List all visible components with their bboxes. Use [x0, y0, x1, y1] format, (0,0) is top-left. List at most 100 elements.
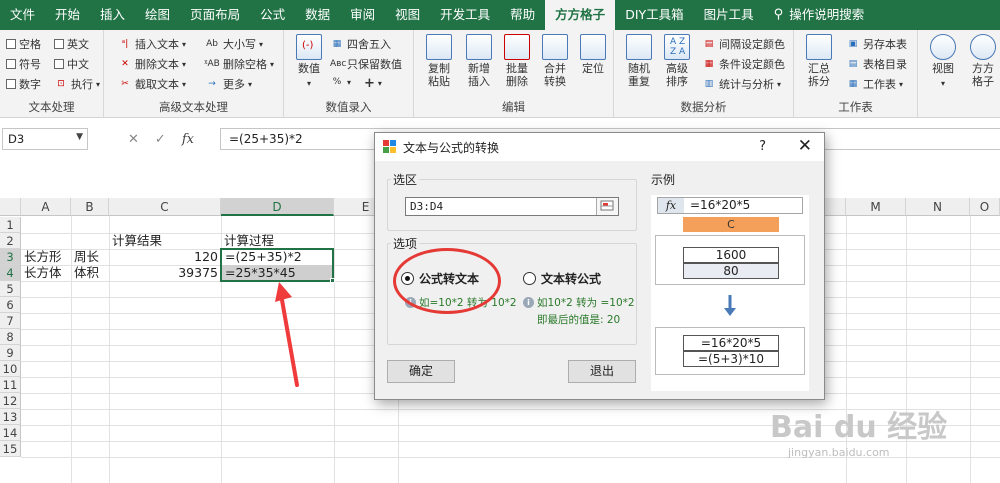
- random-repeat-button[interactable]: 随机重复: [620, 34, 658, 89]
- cell-a4[interactable]: 长方体: [21, 265, 71, 281]
- case-label: 大小写: [223, 38, 256, 51]
- fangfang-button[interactable]: 方方格子: [966, 34, 1000, 89]
- row-header-5[interactable]: 5: [0, 281, 21, 297]
- value-icon: (-): [296, 34, 322, 60]
- col-header-n[interactable]: N: [906, 198, 970, 216]
- cell-c3[interactable]: 120: [109, 249, 221, 265]
- name-box[interactable]: D3 ▼: [2, 128, 88, 150]
- checkbox-english[interactable]: 英文: [54, 36, 89, 52]
- advanced-sort-button[interactable]: A ZZ A 高级排序: [658, 34, 696, 89]
- batch-delete-button[interactable]: 批量删除: [498, 34, 536, 89]
- col-header-o[interactable]: O: [970, 198, 1000, 216]
- tab-developer[interactable]: 开发工具: [430, 0, 500, 30]
- keep-values-label: 只保留数值: [347, 58, 402, 71]
- row-header-9[interactable]: 9: [0, 345, 21, 361]
- delete-text-button[interactable]: ✕ 删除文本 ▾: [118, 56, 186, 72]
- summary-split-button[interactable]: 汇总拆分: [800, 34, 838, 89]
- round-button[interactable]: ▦ 四舍五入: [330, 36, 391, 52]
- tab-file[interactable]: 文件: [0, 0, 45, 30]
- statistics-button[interactable]: ▥ 统计与分析 ▾: [702, 76, 781, 92]
- add-insert-button[interactable]: 新增插入: [460, 34, 498, 89]
- tab-diy-toolbox[interactable]: DIY工具箱: [615, 0, 693, 30]
- format-button[interactable]: % ▾: [330, 76, 351, 88]
- tab-page-layout[interactable]: 页面布局: [180, 0, 250, 30]
- extract-text-button[interactable]: ✂ 截取文本 ▾: [118, 76, 186, 92]
- tab-formulas[interactable]: 公式: [250, 0, 295, 30]
- row-header-4[interactable]: 4: [0, 265, 21, 281]
- round-icon: ▦: [332, 39, 342, 49]
- insert-text-button[interactable]: ᵃ| 插入文本 ▾: [118, 36, 186, 52]
- col-header-m[interactable]: M: [846, 198, 906, 216]
- save-sheet-button[interactable]: ▣ 另存本表: [846, 36, 907, 52]
- tab-review[interactable]: 审阅: [340, 0, 385, 30]
- cell-c4[interactable]: 39375: [109, 265, 221, 281]
- col-header-d[interactable]: D: [221, 198, 334, 216]
- conditional-color-button[interactable]: ▦ 条件设定颜色: [702, 56, 785, 72]
- tab-help[interactable]: 帮助: [500, 0, 545, 30]
- col-header-b[interactable]: B: [71, 198, 109, 216]
- case-button[interactable]: Ab 大小写 ▾: [204, 36, 263, 52]
- delete-space-button[interactable]: ᵡAB 删除空格 ▾: [204, 56, 274, 72]
- tab-picture-tools[interactable]: 图片工具: [694, 0, 764, 30]
- col-header-a[interactable]: A: [21, 198, 71, 216]
- fill-handle[interactable]: [330, 278, 335, 283]
- radio-text-to-formula[interactable]: 文本转公式: [523, 270, 601, 287]
- row-header-13[interactable]: 13: [0, 409, 21, 425]
- ok-button[interactable]: 确定: [387, 360, 455, 383]
- interval-color-button[interactable]: ▤ 间隔设定颜色: [702, 36, 785, 52]
- cell-b4[interactable]: 体积: [71, 265, 109, 281]
- row-header-11[interactable]: 11: [0, 377, 21, 393]
- locate-button[interactable]: 定位: [574, 34, 612, 76]
- row-header-8[interactable]: 8: [0, 329, 21, 345]
- row-header-7[interactable]: 7: [0, 313, 21, 329]
- tab-data[interactable]: 数据: [295, 0, 340, 30]
- sheet-index-button[interactable]: ▤ 表格目录: [846, 56, 907, 72]
- row-header-2[interactable]: 2: [0, 233, 21, 249]
- row-header-14[interactable]: 14: [0, 425, 21, 441]
- plus-button[interactable]: + ▾: [364, 76, 382, 91]
- copy-paste-button[interactable]: 复制粘贴: [420, 34, 458, 89]
- row-header-6[interactable]: 6: [0, 297, 21, 313]
- checkbox-chinese[interactable]: 中文: [54, 56, 89, 72]
- value-button[interactable]: (-) 数值 ▾: [290, 34, 328, 91]
- worksheet-button[interactable]: ▦ 工作表 ▾: [846, 76, 903, 92]
- tab-insert[interactable]: 插入: [90, 0, 135, 30]
- exit-button[interactable]: 退出: [568, 360, 636, 383]
- checkbox-symbol[interactable]: 符号: [6, 56, 41, 72]
- row-header-15[interactable]: 15: [0, 441, 21, 457]
- cell-d2[interactable]: 计算过程: [221, 233, 334, 249]
- sheet-index-label: 表格目录: [863, 58, 907, 71]
- confirm-icon[interactable]: ✓: [155, 132, 166, 147]
- cell-c2[interactable]: 计算结果: [109, 233, 221, 249]
- checkbox-number[interactable]: 数字: [6, 76, 41, 92]
- row-header-3[interactable]: 3: [0, 249, 21, 265]
- tab-fangfang[interactable]: 方方格子: [545, 0, 616, 30]
- tab-view[interactable]: 视图: [385, 0, 430, 30]
- cell-a3[interactable]: 长方形: [21, 249, 71, 265]
- row-header-10[interactable]: 10: [0, 361, 21, 377]
- selection-input[interactable]: D3:D4: [405, 197, 619, 216]
- search-box[interactable]: ⚲ 操作说明搜索: [764, 0, 875, 30]
- fx-icon[interactable]: fx: [182, 132, 194, 147]
- merge-convert-button[interactable]: 合并转换: [536, 34, 574, 89]
- group-worksheet: 汇总拆分 ▣ 另存本表 ▤ 表格目录 ▦ 工作表 ▾ 工作表: [794, 30, 918, 118]
- round-label: 四舍五入: [347, 38, 391, 51]
- select-all-corner[interactable]: [0, 198, 21, 216]
- tab-home[interactable]: 开始: [45, 0, 90, 30]
- extract-text-label: 截取文本: [135, 78, 179, 91]
- cell-b3[interactable]: 周长: [71, 249, 109, 265]
- row-header-12[interactable]: 12: [0, 393, 21, 409]
- extract-text-icon: ✂: [121, 79, 129, 89]
- tab-draw[interactable]: 绘图: [135, 0, 180, 30]
- view-button[interactable]: 视图 ▾: [924, 34, 962, 91]
- help-button[interactable]: ?: [759, 139, 766, 154]
- row-header-1[interactable]: 1: [0, 217, 21, 233]
- cancel-icon[interactable]: ✕: [128, 132, 139, 147]
- execute-button[interactable]: ⊡ 执行 ▾: [54, 76, 100, 92]
- range-picker-button[interactable]: [596, 198, 618, 215]
- col-header-c[interactable]: C: [109, 198, 221, 216]
- more-button[interactable]: → 更多 ▾: [204, 76, 252, 92]
- checkbox-space[interactable]: 空格: [6, 36, 41, 52]
- keep-values-button[interactable]: Aʙᴄ 只保留数值: [330, 56, 402, 72]
- close-button[interactable]: ✕: [798, 136, 812, 156]
